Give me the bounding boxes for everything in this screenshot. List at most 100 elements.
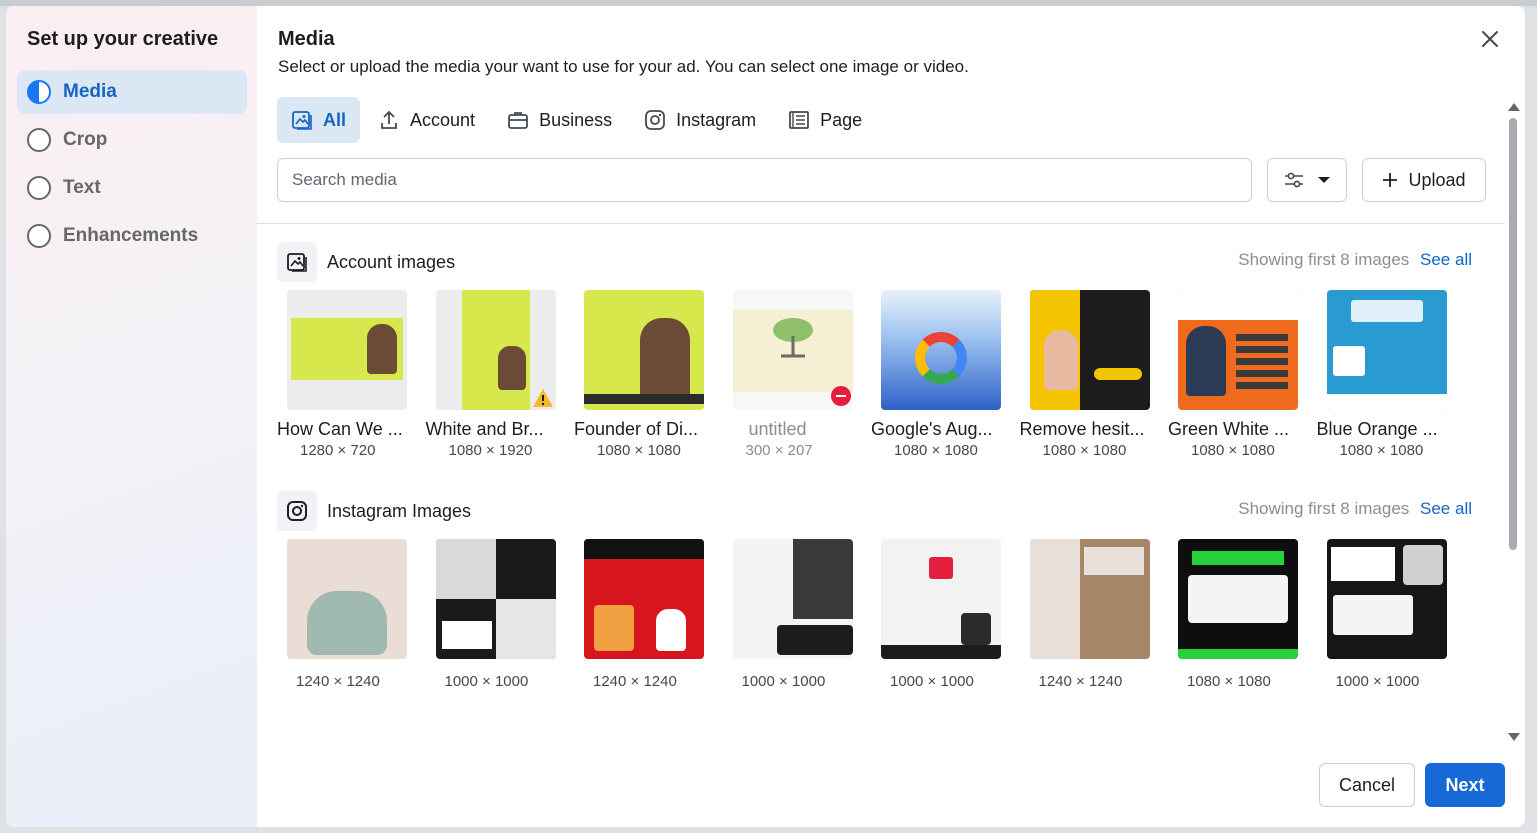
media-thumbnail: [1326, 290, 1447, 410]
media-header: Media Select or upload the media your wa…: [257, 6, 1525, 77]
media-panel: Media Select or upload the media your wa…: [257, 6, 1525, 827]
page-title: Media: [278, 28, 335, 50]
media-item[interactable]: 1000 × 1000: [871, 539, 1020, 690]
media-dimensions: 1080 × 1920: [448, 442, 533, 459]
close-icon[interactable]: [1479, 28, 1501, 50]
media-name: White and Br...: [425, 419, 544, 439]
media-library-list: Account images Showing first 8 images Se…: [257, 222, 1507, 742]
media-item[interactable]: White and Br... 1080 × 1920: [426, 290, 575, 459]
step-progress-icon: [27, 80, 51, 104]
media-thumbnail: [584, 290, 704, 410]
step-circle-icon: [27, 224, 51, 248]
scrollbar-thumb[interactable]: [1509, 118, 1517, 550]
caret-down-icon: [1318, 177, 1330, 183]
step-crop[interactable]: Crop: [17, 118, 247, 162]
search-input[interactable]: [277, 158, 1252, 202]
step-circle-icon: [27, 128, 51, 152]
tab-label: Page: [820, 109, 863, 130]
media-item[interactable]: 1000 × 1000: [1317, 539, 1466, 690]
account-thumbnails: How Can We ... 1280 × 720 White and Br..…: [277, 290, 1507, 459]
step-text[interactable]: Text: [17, 166, 247, 210]
media-thumbnail: [435, 539, 556, 659]
page-icon: [789, 111, 810, 129]
search-row: Upload: [277, 158, 1505, 202]
account-images-section: Account images Showing first 8 images Se…: [257, 222, 1507, 459]
media-item[interactable]: 1240 × 1240: [1020, 539, 1169, 690]
media-item[interactable]: 1000 × 1000: [723, 539, 872, 690]
media-dimensions: 1000 × 1000: [444, 673, 529, 690]
media-dimensions: 300 × 207: [745, 442, 813, 459]
images-icon: [292, 111, 312, 130]
filter-button[interactable]: [1267, 158, 1347, 202]
section-title: Instagram Images: [327, 500, 472, 521]
sidebar-title: Set up your creative: [27, 28, 219, 50]
media-source-tabs: All Account Business Instagram Page: [277, 97, 1525, 143]
showing-count: Showing first 8 images: [1238, 499, 1410, 518]
tab-page[interactable]: Page: [774, 97, 876, 143]
step-label: Media: [63, 81, 117, 102]
media-name: Green White ...: [1168, 419, 1290, 439]
media-dimensions: 1280 × 720: [300, 442, 376, 459]
tab-instagram[interactable]: Instagram: [630, 97, 770, 143]
media-thumbnail: [1029, 290, 1150, 410]
tab-all[interactable]: All: [277, 97, 361, 143]
scroll-up-arrow[interactable]: [1508, 103, 1520, 111]
media-dimensions: 1000 × 1000: [890, 673, 974, 690]
steps-sidebar: Set up your creative Media Crop Text Enh…: [6, 6, 257, 827]
media-dimensions: 1080 × 1080: [1339, 442, 1424, 459]
tab-business[interactable]: Business: [493, 97, 626, 143]
upload-arrow-icon: [381, 110, 397, 129]
media-item[interactable]: 1000 × 1000: [426, 539, 575, 690]
media-thumbnail: [287, 539, 407, 659]
cancel-button[interactable]: Cancel: [1319, 763, 1415, 807]
see-all-link[interactable]: See all: [1420, 499, 1472, 518]
media-dimensions: 1080 × 1080: [597, 442, 681, 459]
tab-label: Account: [410, 109, 476, 130]
media-thumbnail: [732, 290, 853, 410]
step-enhancements[interactable]: Enhancements: [17, 214, 247, 258]
scroll-down-arrow[interactable]: [1508, 733, 1520, 741]
media-thumbnail: [1178, 290, 1298, 410]
instagram-thumbnails: 1240 × 1240 1000 × 1000 1240 × 1240 1000…: [277, 539, 1507, 690]
tab-label: Instagram: [676, 109, 757, 130]
media-thumbnail: [881, 290, 1001, 410]
page-subtitle: Select or upload the media your want to …: [278, 57, 969, 76]
showing-count: Showing first 8 images: [1238, 250, 1410, 269]
media-item[interactable]: 1080 × 1080: [1168, 539, 1317, 690]
filter-sliders-icon: [1285, 172, 1303, 188]
briefcase-icon: [508, 112, 528, 129]
step-label: Crop: [63, 129, 108, 150]
step-media[interactable]: Media: [17, 70, 247, 114]
media-name: untitled: [748, 419, 807, 439]
media-item[interactable]: Founder of Di... 1080 × 1080: [574, 290, 723, 459]
upload-button[interactable]: Upload: [1362, 158, 1486, 202]
media-item[interactable]: Google's Aug... 1080 × 1080: [871, 290, 1020, 459]
next-button[interactable]: Next: [1425, 763, 1505, 807]
tab-account[interactable]: Account: [364, 97, 489, 143]
media-dimensions: 1080 × 1080: [894, 442, 978, 459]
blocked-icon: [830, 386, 851, 406]
tree-logo-icon: [772, 318, 813, 358]
section-header: Account images Showing first 8 images Se…: [277, 242, 1472, 282]
media-item[interactable]: Green White ... 1080 × 1080: [1168, 290, 1317, 459]
plus-icon: [1383, 173, 1398, 187]
media-thumbnail: [732, 539, 853, 659]
image-gallery-icon: [277, 242, 317, 282]
media-item[interactable]: How Can We ... 1280 × 720: [277, 290, 426, 459]
see-all-link[interactable]: See all: [1420, 250, 1472, 269]
media-item[interactable]: Remove hesit... 1080 × 1080: [1020, 290, 1169, 459]
media-dimensions: 1240 × 1240: [1038, 673, 1123, 690]
media-item[interactable]: untitled 300 × 207: [723, 290, 872, 459]
step-label: Text: [63, 177, 101, 198]
dialog-footer: Cancel Next: [1319, 763, 1505, 807]
section-meta: Showing first 8 images See all: [1238, 250, 1472, 270]
instagram-images-section: Instagram Images Showing first 8 images …: [257, 459, 1507, 690]
media-name: Google's Aug...: [871, 419, 993, 439]
media-item[interactable]: 1240 × 1240: [574, 539, 723, 690]
instagram-icon: [645, 110, 666, 130]
media-dimensions: 1080 × 1080: [1191, 442, 1275, 459]
media-thumbnail: [1326, 539, 1447, 659]
media-item[interactable]: Blue Orange ... 1080 × 1080: [1317, 290, 1466, 459]
media-item[interactable]: 1240 × 1240: [277, 539, 426, 690]
media-name: Remove hesit...: [1019, 419, 1145, 439]
